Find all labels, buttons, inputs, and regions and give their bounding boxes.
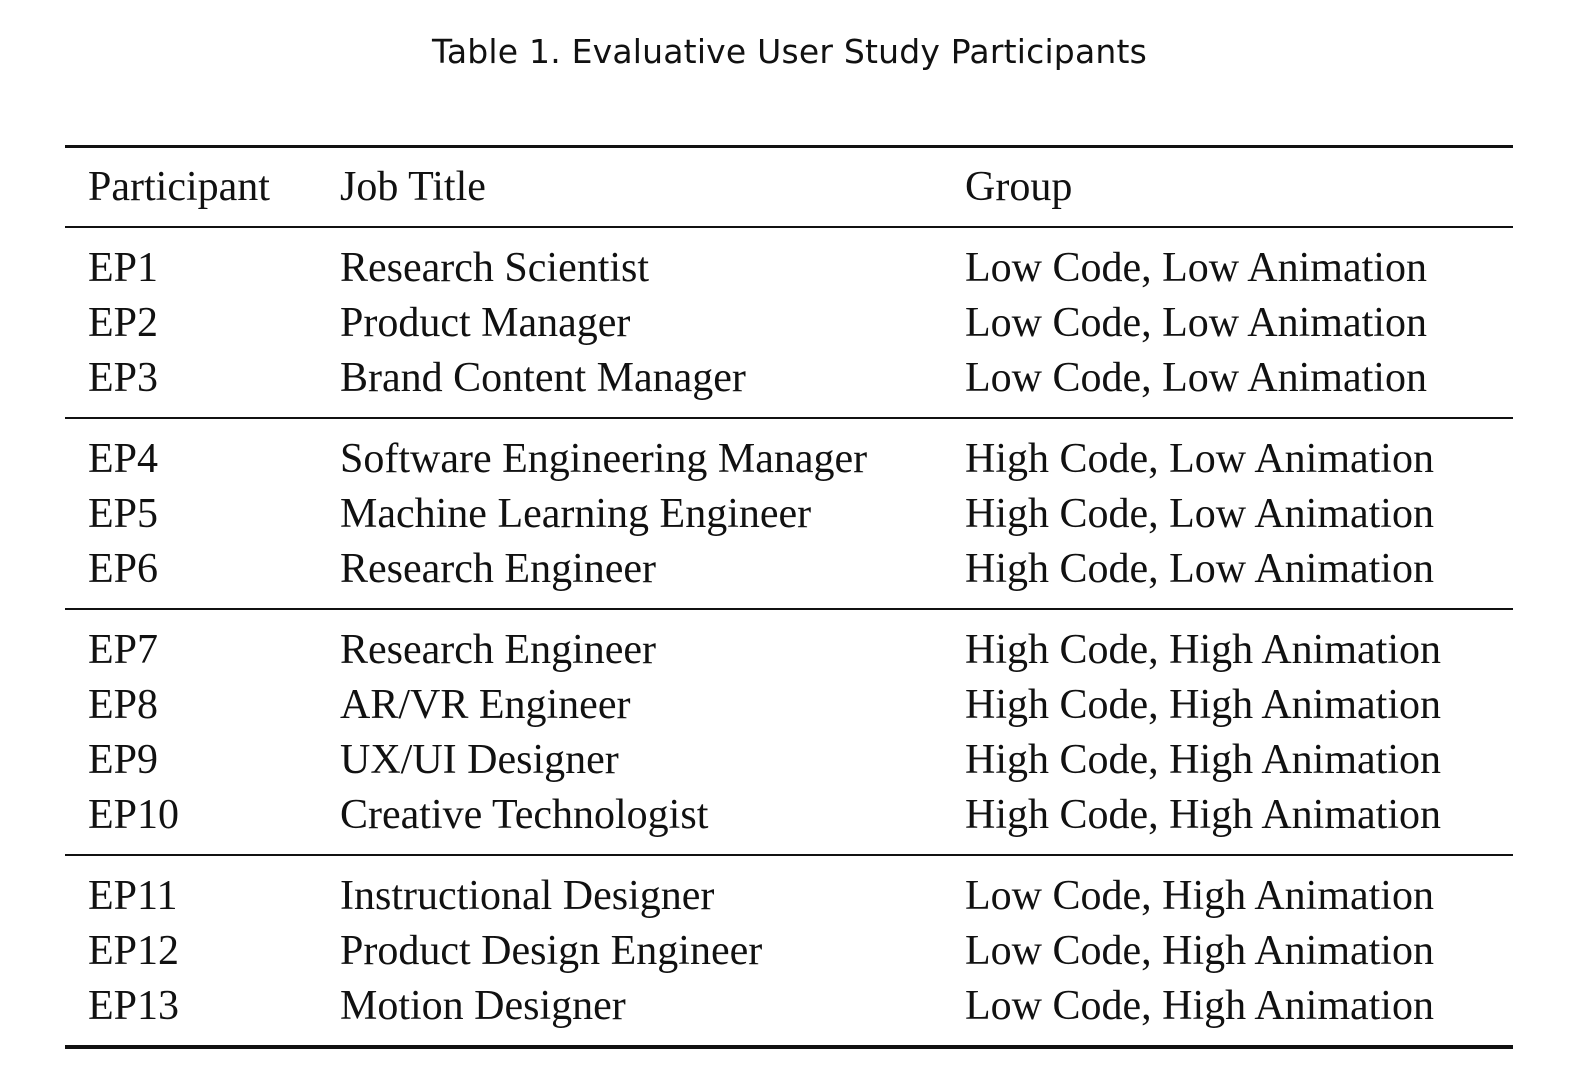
job-title-cell: Software Engineering Manager [340, 435, 868, 482]
table-row: EP13 Motion Designer Low Code, High Animat… [65, 978, 1513, 1047]
table-row: EP8 AR/VR Engineer High Code, High Animati… [65, 677, 1513, 732]
row-group: EP1 Research Scientist Low Code, Low Anima… [65, 227, 1513, 418]
group-cell: High Code, Low Animation [965, 545, 1434, 592]
job-title-cell: UX/UI Designer [340, 736, 619, 783]
participants-table: Participant Job Title Group EP1 Research … [65, 145, 1513, 1049]
group-cell: Low Code, Low Animation [965, 354, 1427, 401]
group-cell: Low Code, High Animation [965, 927, 1434, 974]
column-header-group: Group [965, 164, 1073, 210]
row-group: EP4 Software Engineering Manager High Code… [65, 418, 1513, 609]
participant-cell: EP5 [88, 490, 159, 537]
job-title-cell: Machine Learning Engineer [340, 490, 812, 537]
job-title-cell: Research Engineer [340, 545, 657, 592]
participant-cell: EP8 [88, 681, 159, 728]
table-caption: Table 1. Evaluative User Study Participa… [431, 32, 1148, 71]
table-row: EP3 Brand Content Manager Low Code, Low An… [65, 350, 1513, 418]
job-title-cell: AR/VR Engineer [340, 681, 631, 728]
participant-cell: EP10 [88, 791, 180, 838]
table-row: EP9 UX/UI Designer High Code, High Animati… [65, 732, 1513, 787]
group-cell: High Code, Low Animation [965, 435, 1434, 482]
group-cell: Low Code, High Animation [965, 982, 1434, 1029]
participant-cell: EP12 [88, 927, 180, 974]
job-title-cell: Instructional Designer [340, 872, 715, 919]
participant-cell: EP7 [88, 626, 159, 673]
job-title-cell: Motion Designer [340, 982, 626, 1029]
group-cell: High Code, High Animation [965, 681, 1441, 728]
participant-cell: EP13 [88, 982, 180, 1029]
participant-cell: EP4 [88, 435, 159, 482]
group-cell: High Code, Low Animation [965, 490, 1434, 537]
table-row: EP12 Product Design Engineer Low Code, Hig… [65, 923, 1513, 978]
column-header-participant: Participant [88, 164, 270, 210]
group-cell: High Code, High Animation [965, 791, 1441, 838]
group-cell: Low Code, High Animation [965, 872, 1434, 919]
job-title-cell: Creative Technologist [340, 791, 709, 838]
column-header-job-title: Job Title [340, 164, 486, 210]
header-row: Participant Job Title Group [65, 146, 1513, 227]
table-row: EP11 Instructional Designer Low Code, High… [65, 855, 1513, 923]
participant-cell: EP1 [88, 244, 159, 291]
table-row: EP2 Product Manager Low Code, Low Animatio… [65, 295, 1513, 350]
group-cell: High Code, High Animation [965, 736, 1441, 783]
table-row: EP4 Software Engineering Manager High Code… [65, 418, 1513, 486]
table-row: EP5 Machine Learning Engineer High Code, L… [65, 486, 1513, 541]
table-row: EP1 Research Scientist Low Code, Low Anima… [65, 227, 1513, 295]
table-row: EP6 Research Engineer High Code, Low Anima… [65, 541, 1513, 609]
job-title-cell: Research Scientist [340, 244, 650, 291]
job-title-cell: Brand Content Manager [340, 354, 746, 401]
job-title-cell: Product Design Engineer [340, 927, 763, 974]
job-title-cell: Product Manager [340, 299, 631, 346]
row-group: EP7 Research Engineer High Code, High Anim… [65, 609, 1513, 855]
participant-cell: EP9 [88, 736, 159, 783]
table-row: EP10 Creative Technologist High Code, High… [65, 787, 1513, 855]
participant-cell: EP6 [88, 545, 159, 592]
participant-cell: EP11 [88, 872, 178, 919]
group-cell: Low Code, Low Animation [965, 244, 1427, 291]
group-cell: Low Code, Low Animation [965, 299, 1427, 346]
job-title-cell: Research Engineer [340, 626, 657, 673]
row-group: EP11 Instructional Designer Low Code, High… [65, 855, 1513, 1047]
participant-cell: EP2 [88, 299, 159, 346]
group-cell: High Code, High Animation [965, 626, 1441, 673]
participant-cell: EP3 [88, 354, 159, 401]
table-row: EP7 Research Engineer High Code, High Anim… [65, 609, 1513, 677]
